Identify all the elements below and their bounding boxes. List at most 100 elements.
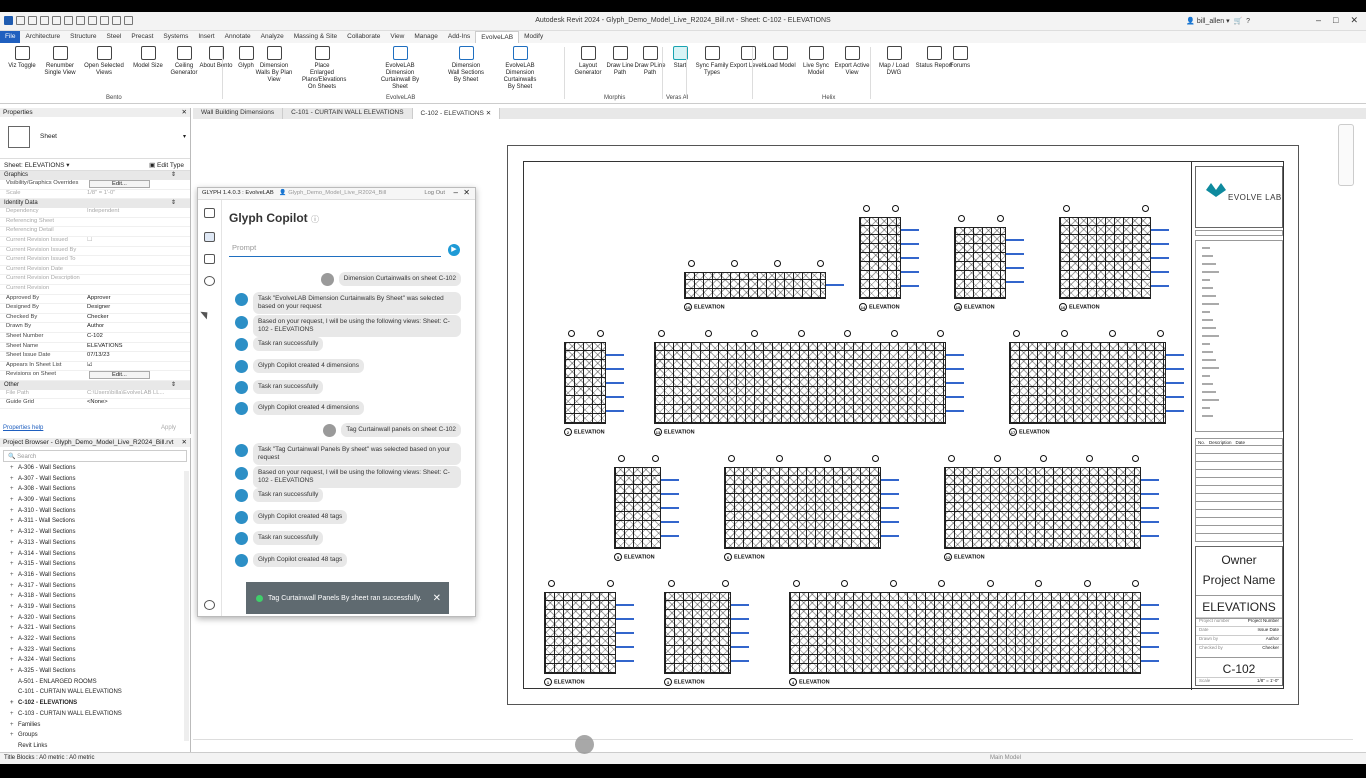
tree-item[interactable]: + A-320 - Wall Sections	[0, 615, 190, 626]
minimize-icon[interactable]: –	[454, 188, 458, 197]
tab-massing-site[interactable]: Massing & Site	[289, 31, 342, 43]
elevation-view[interactable]: 15 ELEVATION	[954, 215, 1024, 311]
tree-item[interactable]: + C-102 - ELEVATIONS	[0, 700, 190, 711]
ribbon-button[interactable]: Renumber Single View	[40, 46, 80, 77]
property-row[interactable]: Visibility/Graphics Overrides Edit...	[0, 180, 190, 190]
tab-manage[interactable]: Manage	[409, 31, 443, 43]
expand-icon[interactable]: +	[10, 668, 18, 674]
property-value[interactable]: Checker	[84, 314, 190, 323]
expand-icon[interactable]: +	[10, 711, 18, 717]
chevron-down-icon[interactable]: ▾	[183, 133, 186, 140]
elevation-view[interactable]: 2 ELEVATION	[564, 330, 624, 436]
expand-icon[interactable]: +	[10, 700, 18, 706]
property-value[interactable]: C:\Users\billa\EvolveLAB LL...	[84, 390, 190, 399]
expand-icon[interactable]: +	[10, 657, 18, 663]
property-value[interactable]	[84, 275, 190, 284]
maximize-icon[interactable]: □	[1333, 15, 1338, 26]
property-row[interactable]: Guide Grid <None>	[0, 399, 190, 410]
collapse-icon[interactable]: ⇕	[171, 381, 176, 388]
tree-item[interactable]: + A-319 - Wall Sections	[0, 604, 190, 615]
elevation-view[interactable]: 17 ELEVATION	[1009, 330, 1184, 436]
browser-scrollbar[interactable]	[184, 471, 189, 741]
expand-icon[interactable]: +	[10, 465, 18, 471]
property-row[interactable]: Current Revision	[0, 285, 190, 295]
expand-icon[interactable]: +	[10, 518, 18, 524]
expand-icon[interactable]: +	[10, 583, 18, 589]
edit-button[interactable]: Edit...	[89, 180, 150, 188]
property-row[interactable]: Revisions on Sheet Edit...	[0, 371, 190, 381]
ribbon-button[interactable]: Open Selected Views	[84, 46, 124, 77]
property-row[interactable]: Appears In Sheet List ☑	[0, 362, 190, 372]
expand-icon[interactable]: +	[10, 540, 18, 546]
tree-item[interactable]: + A-324 - Wall Sections	[0, 657, 190, 668]
tab-annotate[interactable]: Annotate	[220, 31, 256, 43]
document-tab[interactable]: Wall Building Dimensions	[193, 108, 284, 119]
property-value[interactable]: 1/8" = 1'-0"	[84, 190, 190, 199]
tree-item[interactable]: + Groups	[0, 732, 190, 743]
ribbon-button[interactable]: Sync Family Types	[692, 46, 732, 77]
tab-file[interactable]: File	[0, 31, 21, 43]
type-selector[interactable]: Sheet ▾	[0, 117, 190, 159]
tab-insert[interactable]: Insert	[193, 31, 219, 43]
property-row[interactable]: Current Revision Issued To	[0, 256, 190, 266]
close-icon[interactable]: ✕	[463, 188, 470, 197]
tree-item[interactable]: + A-313 - Wall Sections	[0, 540, 190, 551]
tree-item[interactable]: + A-323 - Wall Sections	[0, 647, 190, 658]
property-value[interactable]	[84, 285, 190, 294]
elevation-view[interactable]: 4 ELEVATION	[789, 580, 1159, 686]
tab-steel[interactable]: Steel	[102, 31, 127, 43]
tree-item[interactable]: + A-325 - Wall Sections	[0, 668, 190, 679]
property-value[interactable]: Edit...	[84, 180, 190, 189]
property-row[interactable]: Referencing Detail	[0, 227, 190, 237]
tab-structure[interactable]: Structure	[65, 31, 101, 43]
expand-icon[interactable]: +	[10, 615, 18, 621]
expand-icon[interactable]: +	[10, 497, 18, 503]
edit-type-button[interactable]: ▣ Edit Type	[149, 161, 184, 169]
view-control-bar[interactable]	[193, 739, 1353, 750]
elevation-view[interactable]: 5 ELEVATION	[614, 455, 679, 561]
logout-link[interactable]: Log Out	[424, 190, 445, 196]
property-row[interactable]: Drawn By Author	[0, 323, 190, 333]
property-row[interactable]: Sheet Name ELEVATIONS	[0, 343, 190, 353]
ribbon-button[interactable]: EvolveLAB Dimension Curtainwall By Sheet	[380, 46, 420, 91]
instance-selector[interactable]: Sheet: ELEVATIONS ▾ ▣ Edit Type	[0, 159, 190, 171]
tab-systems[interactable]: Systems	[158, 31, 193, 43]
tab-view[interactable]: View	[385, 31, 409, 43]
property-value[interactable]: C-102	[84, 333, 190, 342]
property-value[interactable]: Independent	[84, 208, 190, 217]
tab-modify[interactable]: Modify	[519, 31, 548, 43]
expand-icon[interactable]: +	[10, 486, 18, 492]
expand-icon[interactable]: +	[10, 636, 18, 642]
ribbon-button[interactable]: Forums	[940, 46, 980, 70]
document-tab[interactable]: C-101 - CURTAIN WALL ELEVATIONS	[283, 108, 413, 119]
property-row[interactable]: Scale 1/8" = 1'-0"	[0, 190, 190, 200]
property-value[interactable]	[84, 256, 190, 265]
property-row[interactable]: Designed By Designer	[0, 304, 190, 314]
tab-precast[interactable]: Precast	[126, 31, 158, 43]
browser-search-input[interactable]: 🔍 Search	[3, 450, 187, 462]
expand-icon[interactable]: +	[10, 732, 18, 738]
tree-item[interactable]: + A-307 - Wall Sections	[0, 476, 190, 487]
expand-icon[interactable]: +	[10, 476, 18, 482]
ribbon-button[interactable]: Place Enlarged Plans/Elevations On Sheet…	[302, 46, 346, 91]
elevation-view[interactable]: 14 ELEVATION	[859, 205, 919, 311]
tab-add-ins[interactable]: Add-Ins	[443, 31, 475, 43]
ribbon-button[interactable]: Dimension Wall Sections By Sheet	[446, 46, 486, 84]
expand-icon[interactable]: +	[10, 572, 18, 578]
list-icon[interactable]	[204, 208, 215, 218]
send-icon[interactable]: ▶	[448, 244, 460, 256]
property-value[interactable]: Designer	[84, 304, 190, 313]
expand-icon[interactable]: +	[10, 625, 18, 631]
property-value[interactable]	[84, 266, 190, 275]
edit-button[interactable]: Edit...	[89, 371, 150, 380]
apply-button[interactable]: Apply	[161, 425, 176, 431]
expand-icon[interactable]: +	[10, 593, 18, 599]
expand-icon[interactable]: +	[10, 561, 18, 567]
close-icon[interactable]: ✕	[484, 110, 491, 117]
property-value[interactable]: ELEVATIONS	[84, 343, 190, 352]
tree-item[interactable]: + A-309 - Wall Sections	[0, 497, 190, 508]
close-icon[interactable]: ✕	[182, 108, 187, 116]
property-value[interactable]: Edit...	[84, 371, 190, 380]
tree-item[interactable]: + Families	[0, 722, 190, 733]
property-value[interactable]: <None>	[84, 399, 190, 408]
